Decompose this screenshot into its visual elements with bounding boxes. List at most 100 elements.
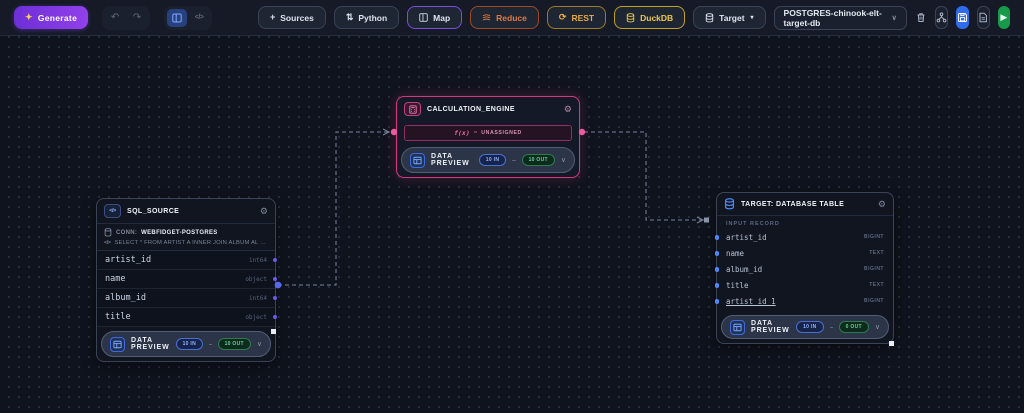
data-preview-bar[interactable]: DATA PREVIEW 10 IN 10 OUT ∨ (401, 147, 575, 173)
field-row[interactable]: title object (97, 308, 277, 327)
view-toggle-group: </> (164, 5, 213, 30)
plus-icon: + (270, 12, 276, 22)
field-name: album_id (726, 264, 763, 274)
field-port[interactable] (273, 296, 277, 300)
undo-icon[interactable]: ↶ (105, 9, 125, 27)
field-port[interactable] (273, 258, 277, 262)
field-row[interactable]: artist_id_1 BIGINT (714, 293, 893, 309)
target-field-list: artist_id BIGINT name TEXT album_id BIGI… (714, 229, 893, 309)
data-preview-bar[interactable]: DATA PREVIEW 10 IN 0 OUT ∨ (721, 315, 889, 339)
field-name: artist_id_1 (726, 296, 776, 306)
badge-separator (209, 343, 212, 345)
node-sql-source[interactable]: </> SQL_SOURCE ⚙ CONN: WEBFIDGET-POSTGRE… (96, 198, 277, 362)
field-row[interactable]: name TEXT (714, 245, 893, 261)
chevron-down-icon[interactable]: ∨ (257, 340, 262, 348)
add-duckdb-button[interactable]: DuckDB (614, 6, 686, 29)
field-row[interactable]: artist_id BIGINT (714, 229, 893, 245)
branch-button[interactable] (935, 6, 949, 29)
delete-button[interactable] (915, 6, 927, 29)
sql-source-header[interactable]: </> SQL_SOURCE ⚙ (97, 199, 275, 223)
field-port[interactable] (714, 235, 719, 240)
canvas-view-icon[interactable] (167, 8, 188, 27)
top-toolbar: ✦ Generate ↶ ↷ </> + Sources ⇅ Python Ma… (0, 0, 1024, 36)
reduce-label: Reduce (496, 12, 527, 23)
add-python-button[interactable]: ⇅ Python (333, 6, 400, 29)
field-type: object (245, 313, 267, 321)
chevron-down-icon[interactable]: ∨ (875, 323, 880, 331)
play-icon: ▶ (1000, 12, 1008, 22)
add-target-button[interactable]: Target ▾ (693, 6, 766, 29)
save-floppy-icon (957, 13, 967, 22)
generate-label: Generate (37, 12, 78, 23)
field-type: BIGINT (864, 266, 884, 272)
history-group: ↶ ↷ (102, 5, 151, 30)
generate-button[interactable]: ✦ Generate (14, 6, 89, 29)
code-view-icon[interactable]: </> (189, 9, 209, 27)
target-header[interactable]: TARGET: DATABASE TABLE ⚙ (717, 193, 893, 215)
gear-icon[interactable]: ⚙ (564, 104, 572, 114)
duckdb-label: DuckDB (640, 12, 674, 23)
sql-resize-handle[interactable] (271, 329, 276, 334)
calc-header[interactable]: CALCULATION_ENGINE ⚙ (397, 97, 579, 121)
add-map-button[interactable]: Map (407, 6, 463, 29)
field-row[interactable]: artist_id int64 (97, 251, 277, 270)
node-calculation-engine[interactable]: CALCULATION_ENGINE ⚙ f(x) = UNASSIGNED D… (396, 96, 580, 178)
save-button[interactable] (956, 6, 969, 29)
field-row[interactable]: album_id int64 (97, 289, 277, 308)
run-button[interactable]: ▶ (997, 6, 1011, 29)
database-icon (724, 198, 735, 210)
panel-grid-icon (172, 13, 182, 22)
add-sources-button[interactable]: + Sources (258, 6, 326, 29)
field-port[interactable] (273, 277, 277, 281)
preview-label: DATA PREVIEW (431, 153, 470, 167)
pipeline-select-value: POSTGRES-chinook-elt-target-db (783, 7, 882, 28)
connection-row: CONN: WEBFIDGET-POSTGRES (97, 224, 275, 238)
redo-icon[interactable]: ↷ (127, 9, 147, 27)
field-type: object (245, 275, 267, 283)
code-icon: </> (104, 204, 121, 218)
query-row[interactable]: </> SELECT * FROM ARTIST A INNER JOIN AL… (97, 238, 275, 250)
table-icon (410, 152, 425, 168)
database-icon (705, 12, 714, 22)
gear-icon[interactable]: ⚙ (878, 199, 886, 209)
add-reduce-button[interactable]: Reduce (470, 6, 539, 29)
formula-value: UNASSIGNED (481, 130, 522, 136)
formula-input[interactable]: f(x) = UNASSIGNED (404, 125, 572, 141)
refresh-icon: ⟳ (558, 12, 567, 22)
field-port[interactable] (714, 267, 719, 272)
in-badge: 10 IN (175, 338, 204, 350)
chevron-down-icon: ∨ (891, 14, 897, 22)
target-resize-handle[interactable] (889, 341, 894, 346)
field-port[interactable] (714, 299, 719, 304)
field-type: TEXT (869, 250, 884, 256)
field-row[interactable]: name object (97, 270, 277, 289)
field-port[interactable] (714, 283, 719, 288)
field-row[interactable]: title TEXT (714, 277, 893, 293)
add-rest-button[interactable]: ⟳ REST (546, 6, 607, 29)
field-type: BIGINT (864, 298, 884, 304)
target-label: Target (719, 12, 745, 23)
field-row[interactable]: album_id BIGINT (714, 261, 893, 277)
pipeline-select[interactable]: POSTGRES-chinook-elt-target-db ∨ (773, 5, 907, 30)
python-label: Python (358, 12, 388, 23)
pipeline-editor: ✦ Generate ↶ ↷ </> + Sources ⇅ Python Ma… (0, 0, 1024, 413)
chevron-down-icon[interactable]: ∨ (561, 156, 566, 164)
gear-icon[interactable]: ⚙ (260, 206, 268, 216)
badge-separator (512, 159, 516, 161)
data-preview-bar[interactable]: DATA PREVIEW 10 IN 10 OUT ∨ (101, 331, 271, 357)
field-port[interactable] (273, 315, 277, 319)
field-name: album_id (105, 293, 146, 303)
table-icon (110, 336, 125, 352)
report-button[interactable] (976, 6, 990, 29)
field-port[interactable] (714, 251, 719, 256)
equals-sign: = (473, 130, 478, 136)
node-target-table[interactable]: TARGET: DATABASE TABLE ⚙ INPUT RECORD ar… (714, 192, 894, 344)
field-name: artist_id (105, 255, 152, 265)
map-label: Map (433, 12, 451, 23)
sources-label: Sources (280, 12, 314, 23)
conn-value: WEBFIDGET-POSTGRES (141, 229, 218, 236)
table-icon (730, 319, 745, 335)
database-icon (104, 228, 112, 237)
query-text: SELECT * FROM ARTIST A INNER JOIN ALBUM … (114, 240, 268, 246)
preview-label: DATA PREVIEW (751, 320, 790, 334)
